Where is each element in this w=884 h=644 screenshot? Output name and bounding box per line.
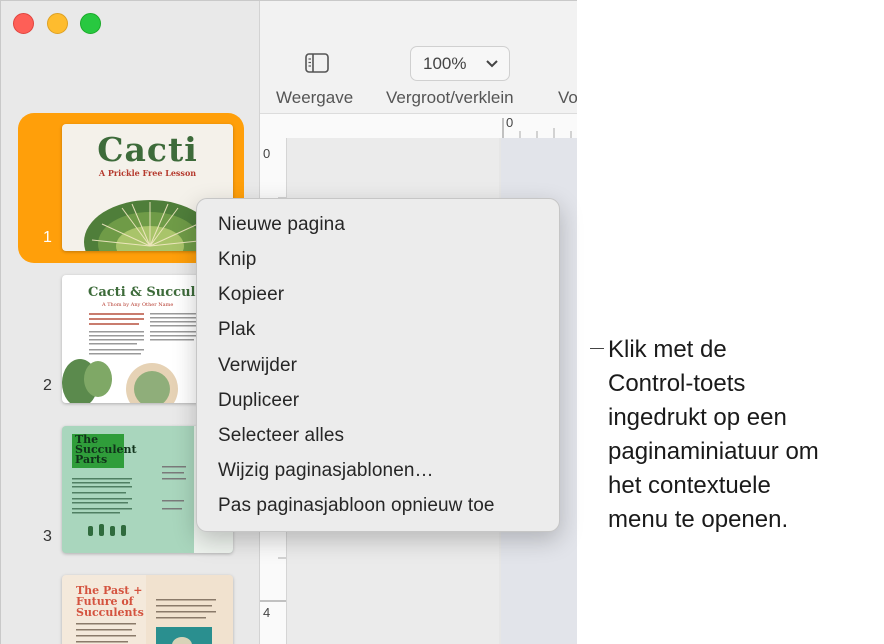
menu-item-reapply-page-template[interactable]: Pas paginasjabloon opnieuw toe: [218, 495, 495, 517]
page-number: 1: [43, 229, 52, 247]
menu-item-copy[interactable]: Kopieer: [218, 284, 284, 306]
menu-item-duplicate[interactable]: Dupliceer: [218, 390, 299, 412]
menu-item-change-page-templates[interactable]: Wijzig paginasjablonen…: [218, 460, 434, 482]
context-menu: Nieuwe pagina Knip Kopieer Plak Verwijde…: [196, 198, 560, 532]
callout-line-text: menu te openen.: [608, 503, 878, 537]
menu-item-delete[interactable]: Verwijder: [218, 355, 297, 377]
callout-line-text: ingedrukt op een: [608, 401, 878, 435]
menu-item-cut[interactable]: Knip: [218, 249, 256, 271]
maximize-window-button[interactable]: [80, 13, 101, 34]
menu-item-select-all[interactable]: Selecteer alles: [218, 425, 344, 447]
page-thumbnail-4[interactable]: The Past + Future of Succulents: [62, 575, 233, 644]
callout-line-text: paginaminiatuur om: [608, 435, 878, 469]
zoom-dropdown[interactable]: 100%: [410, 46, 510, 81]
callout-line-text: Control-toets: [608, 367, 878, 401]
minimize-window-button[interactable]: [47, 13, 68, 34]
chevron-down-icon: [486, 60, 498, 68]
callout-line-text: Klik met de: [608, 333, 878, 367]
next-toolbar-label[interactable]: Vo: [558, 88, 577, 108]
page-number: 2: [43, 377, 52, 395]
close-window-button[interactable]: [13, 13, 34, 34]
page-number: 3: [43, 528, 52, 546]
page-text-and-image: [62, 575, 233, 644]
ruler-ticks: [260, 114, 577, 138]
callout-line: [590, 348, 604, 349]
menu-item-new-page[interactable]: Nieuwe pagina: [218, 214, 345, 236]
horizontal-ruler: 0: [260, 114, 577, 139]
callout-line-text: het contextuele: [608, 469, 878, 503]
sidebar-view-icon[interactable]: [305, 53, 329, 73]
zoom-value: 100%: [423, 54, 466, 74]
menu-item-paste[interactable]: Plak: [218, 319, 255, 341]
callout-text: Klik met de Control-toets ingedrukt op e…: [608, 333, 878, 537]
zoom-button-label[interactable]: Vergroot/verklein: [386, 88, 514, 108]
view-button-label[interactable]: Weergave: [276, 88, 353, 108]
